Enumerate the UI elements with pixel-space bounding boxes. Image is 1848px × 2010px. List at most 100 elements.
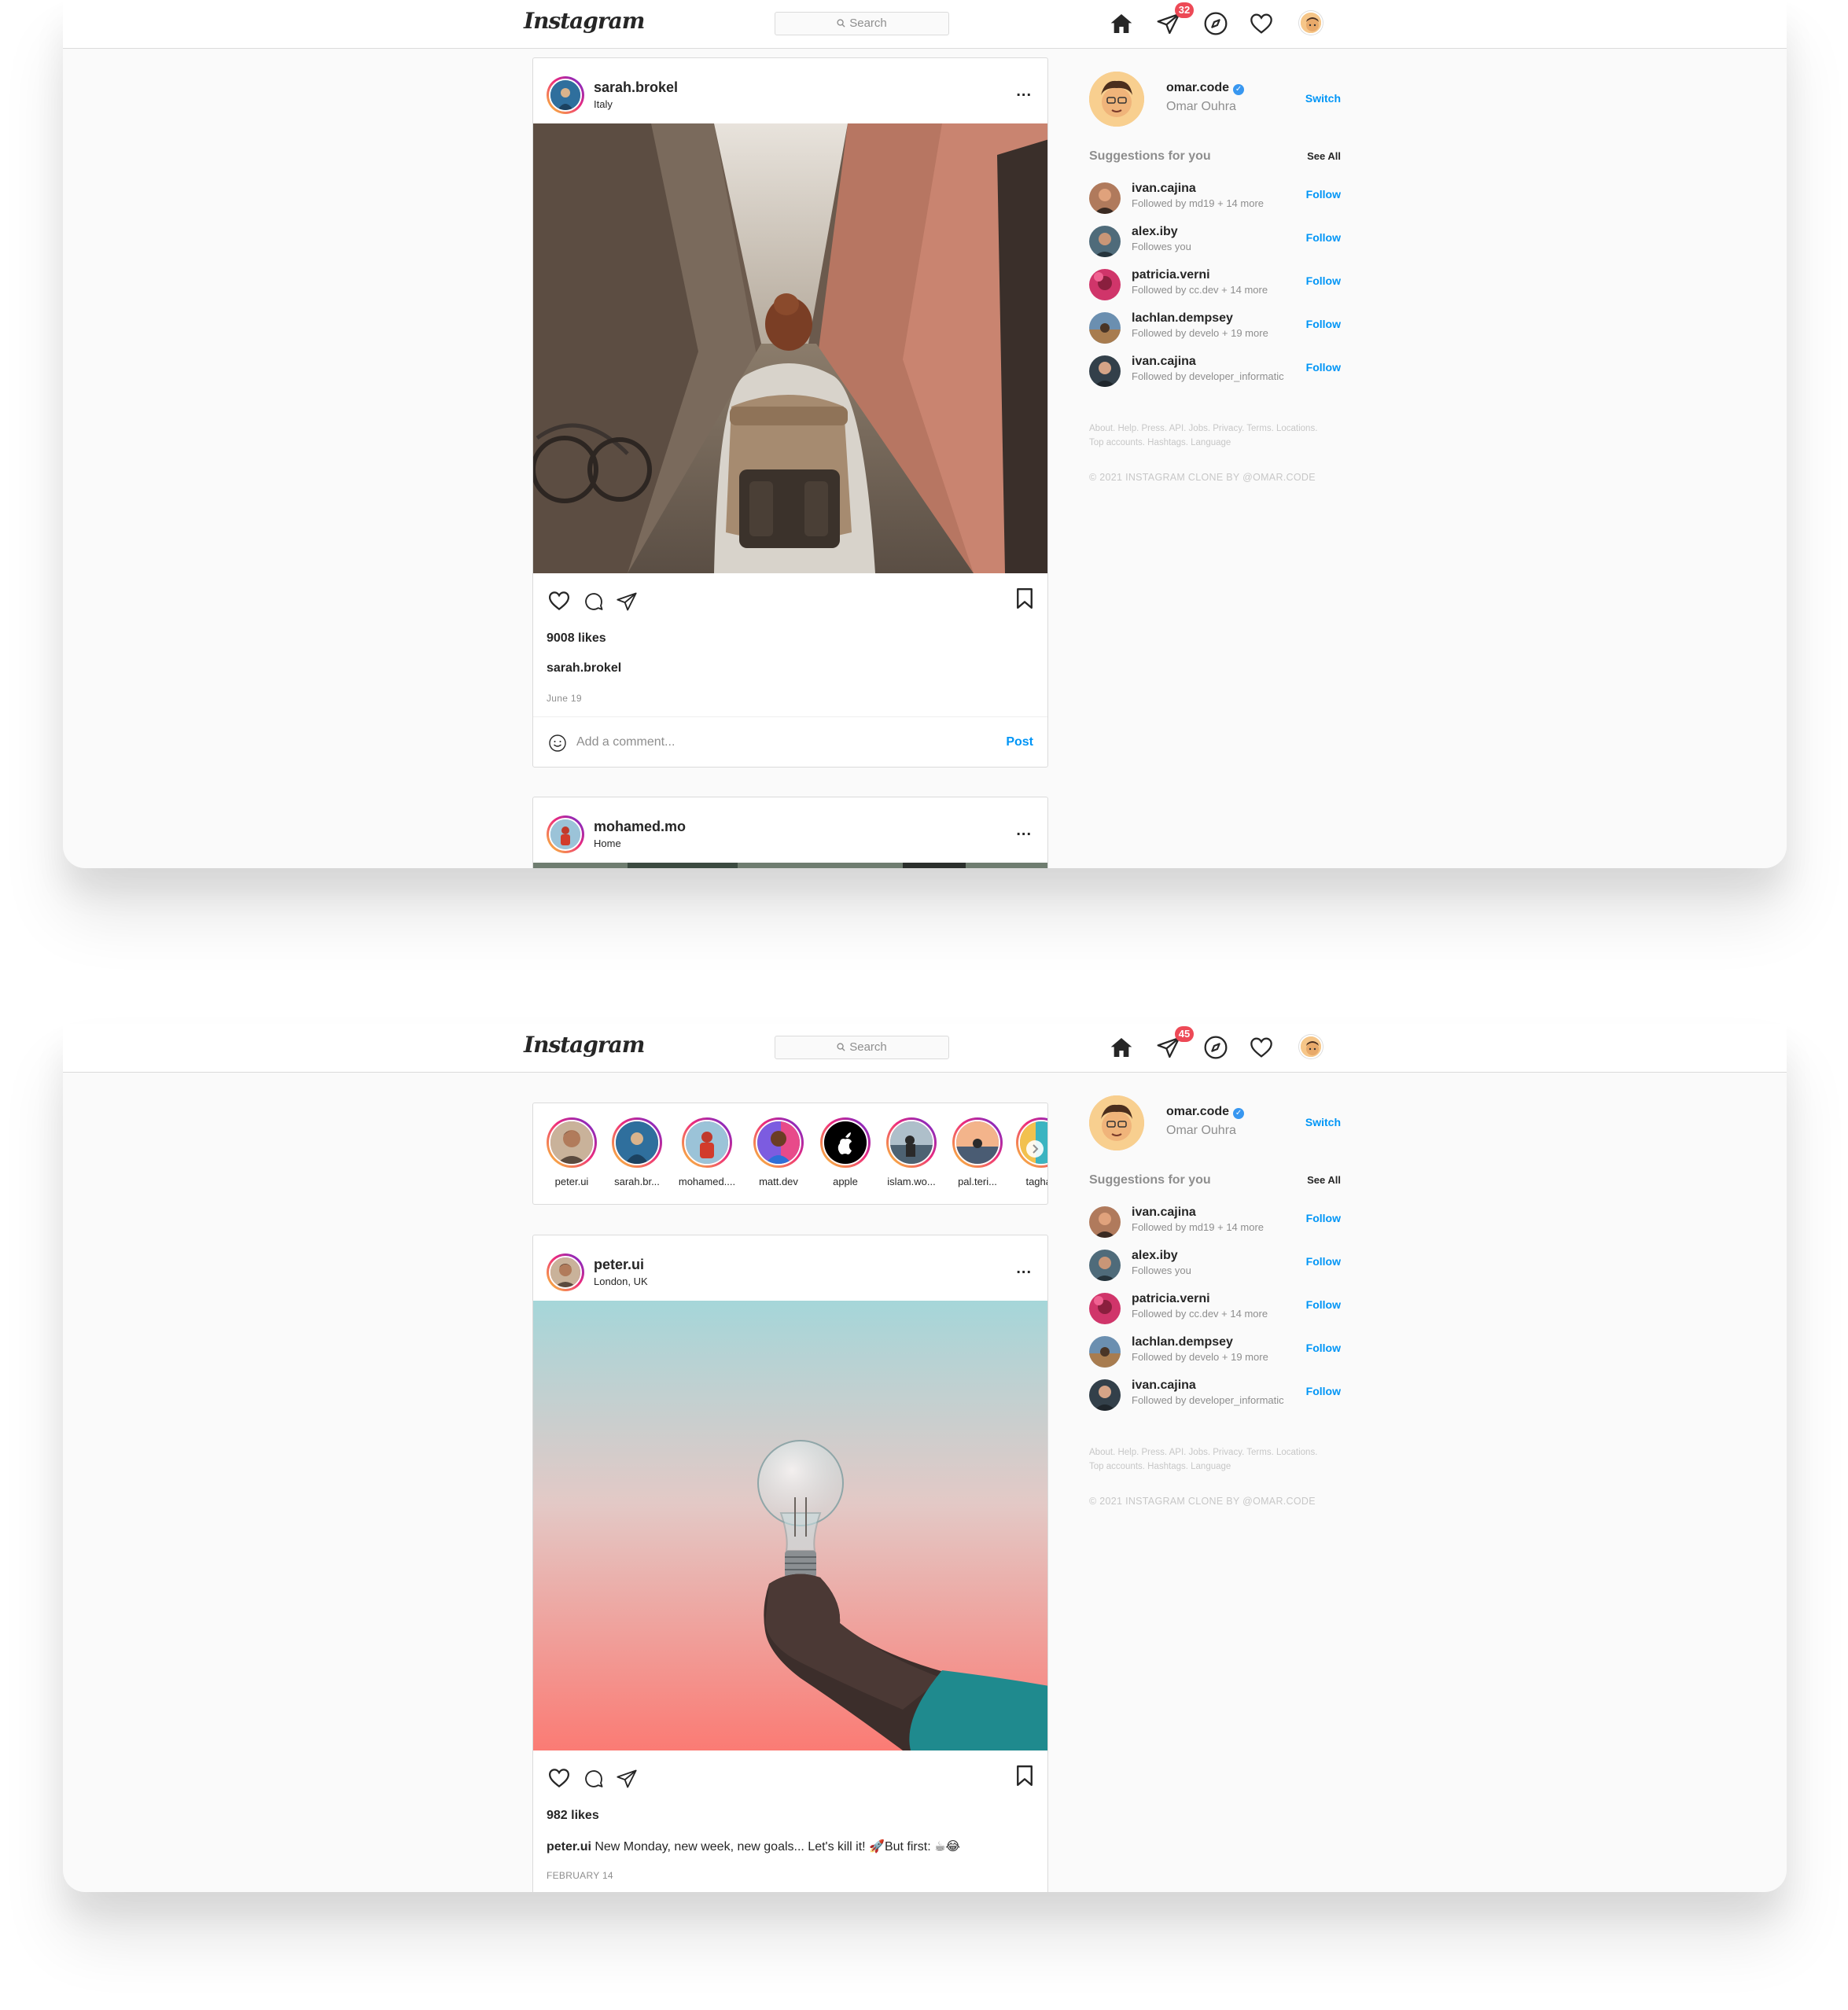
post-avatar[interactable]: [547, 76, 584, 114]
follow-button[interactable]: Follow: [1306, 188, 1341, 201]
activity-heart-icon[interactable]: [1249, 11, 1274, 36]
post-image[interactable]: [533, 863, 1048, 868]
like-count[interactable]: 9008 likes: [547, 631, 606, 646]
see-all-link[interactable]: See All: [1307, 1174, 1341, 1186]
comment-icon[interactable]: [583, 1768, 605, 1790]
follow-button[interactable]: Follow: [1306, 1298, 1341, 1311]
post-comment-button[interactable]: Post: [1006, 735, 1033, 749]
like-count[interactable]: 982 likes: [547, 1809, 599, 1823]
suggestion-username[interactable]: ivan.cajina: [1132, 1379, 1196, 1393]
post-image[interactable]: [533, 123, 1048, 573]
suggestion-avatar[interactable]: [1089, 226, 1121, 257]
bookmark-icon[interactable]: [1013, 1764, 1036, 1787]
post-card: mohamed.mo Home ...: [532, 797, 1048, 868]
suggestion-subtitle: Followed by developer_informatic: [1132, 370, 1284, 382]
story-username: peter.ui: [554, 1176, 589, 1187]
story-item[interactable]: apple: [814, 1117, 877, 1187]
instagram-logo[interactable]: Instagram: [524, 8, 645, 34]
home-icon[interactable]: [1109, 1035, 1134, 1060]
suggestion-username[interactable]: alex.iby: [1132, 225, 1178, 239]
post-location[interactable]: Italy: [594, 98, 613, 110]
post-location[interactable]: Home: [594, 838, 621, 849]
story-item[interactable]: peter.ui: [540, 1117, 603, 1187]
suggestion-avatar[interactable]: [1089, 1206, 1121, 1238]
suggestion-avatar[interactable]: [1089, 269, 1121, 300]
post-card: sarah.brokel Italy ... 9008 likes sarah.…: [532, 57, 1048, 768]
suggestion-username[interactable]: lachlan.dempsey: [1132, 1335, 1233, 1349]
emoji-icon[interactable]: [548, 734, 567, 753]
suggestion-avatar[interactable]: [1089, 1293, 1121, 1324]
my-username[interactable]: omar.code ✓: [1166, 1105, 1245, 1119]
post-date: June 19: [547, 693, 582, 704]
more-options-icon[interactable]: ...: [1016, 83, 1032, 99]
like-heart-icon[interactable]: [547, 589, 571, 613]
suggestion-avatar[interactable]: [1089, 182, 1121, 214]
suggestion-avatar[interactable]: [1089, 1336, 1121, 1368]
follow-button[interactable]: Follow: [1306, 1212, 1341, 1224]
follow-button[interactable]: Follow: [1306, 1385, 1341, 1397]
follow-button[interactable]: Follow: [1306, 1342, 1341, 1354]
suggestion-username[interactable]: ivan.cajina: [1132, 1206, 1196, 1220]
comment-input[interactable]: Add a comment...: [576, 735, 675, 749]
my-username-text: omar.code: [1166, 81, 1230, 94]
footer-links[interactable]: About. Help. Press. API. Jobs. Privacy. …: [1089, 422, 1325, 450]
suggestion-username[interactable]: ivan.cajina: [1132, 182, 1196, 196]
suggestion-username[interactable]: lachlan.dempsey: [1132, 311, 1233, 326]
story-item[interactable]: pal.teri...: [946, 1117, 1009, 1187]
suggestion-avatar[interactable]: [1089, 1250, 1121, 1281]
follow-button[interactable]: Follow: [1306, 274, 1341, 287]
my-avatar[interactable]: [1089, 72, 1144, 127]
bookmark-icon[interactable]: [1013, 587, 1036, 610]
suggestion-username[interactable]: patricia.verni: [1132, 268, 1210, 282]
suggestion-username[interactable]: alex.iby: [1132, 1249, 1178, 1263]
activity-heart-icon[interactable]: [1249, 1035, 1274, 1060]
share-icon[interactable]: [616, 1768, 638, 1790]
post-username[interactable]: sarah.brokel: [594, 79, 678, 96]
follow-button[interactable]: Follow: [1306, 231, 1341, 244]
explore-icon[interactable]: [1203, 1035, 1228, 1060]
top-navbar: Instagram Search 45: [63, 1024, 1787, 1073]
post-location[interactable]: London, UK: [594, 1276, 648, 1287]
my-username[interactable]: omar.code ✓: [1166, 81, 1245, 95]
story-item[interactable]: mohamed....: [676, 1117, 738, 1187]
follow-button[interactable]: Follow: [1306, 361, 1341, 374]
suggestion-avatar[interactable]: [1089, 355, 1121, 387]
suggestion-username[interactable]: ivan.cajina: [1132, 355, 1196, 369]
comment-icon[interactable]: [583, 591, 605, 613]
story-item[interactable]: matt.dev: [747, 1117, 810, 1187]
caption-username[interactable]: peter.ui: [547, 1840, 591, 1854]
explore-icon[interactable]: [1203, 11, 1228, 36]
search-input[interactable]: Search: [775, 1036, 949, 1059]
more-options-icon[interactable]: ...: [1016, 1261, 1032, 1276]
suggestion-item: alex.iby Followes you Follow: [1089, 1247, 1341, 1281]
profile-avatar[interactable]: [1299, 1035, 1323, 1058]
like-heart-icon[interactable]: [547, 1766, 571, 1790]
suggestion-avatar[interactable]: [1089, 1379, 1121, 1411]
home-icon[interactable]: [1109, 11, 1134, 36]
suggestion-username[interactable]: patricia.verni: [1132, 1292, 1210, 1306]
story-item[interactable]: islam.wo...: [880, 1117, 943, 1187]
my-avatar[interactable]: [1089, 1095, 1144, 1150]
instagram-logo[interactable]: Instagram: [524, 1032, 645, 1058]
search-input[interactable]: Search: [775, 12, 949, 35]
post-avatar[interactable]: [547, 815, 584, 853]
switch-account-button[interactable]: Switch: [1305, 92, 1341, 105]
footer-links[interactable]: About. Help. Press. API. Jobs. Privacy. …: [1089, 1445, 1325, 1474]
suggestion-avatar[interactable]: [1089, 312, 1121, 344]
post-image[interactable]: [533, 1301, 1048, 1750]
follow-button[interactable]: Follow: [1306, 1255, 1341, 1268]
profile-avatar[interactable]: [1299, 11, 1323, 35]
more-options-icon[interactable]: ...: [1016, 823, 1032, 838]
search-placeholder: Search: [849, 17, 887, 30]
post-username[interactable]: peter.ui: [594, 1257, 644, 1273]
post-username[interactable]: mohamed.mo: [594, 819, 686, 835]
share-icon[interactable]: [616, 591, 638, 613]
story-username: sarah.br...: [614, 1176, 660, 1187]
follow-button[interactable]: Follow: [1306, 318, 1341, 330]
story-item[interactable]: sarah.br...: [606, 1117, 668, 1187]
switch-account-button[interactable]: Switch: [1305, 1116, 1341, 1128]
next-stories-chevron-icon[interactable]: [1025, 1139, 1044, 1158]
see-all-link[interactable]: See All: [1307, 150, 1341, 162]
post-avatar[interactable]: [547, 1253, 584, 1291]
caption-username[interactable]: sarah.brokel: [547, 661, 621, 675]
